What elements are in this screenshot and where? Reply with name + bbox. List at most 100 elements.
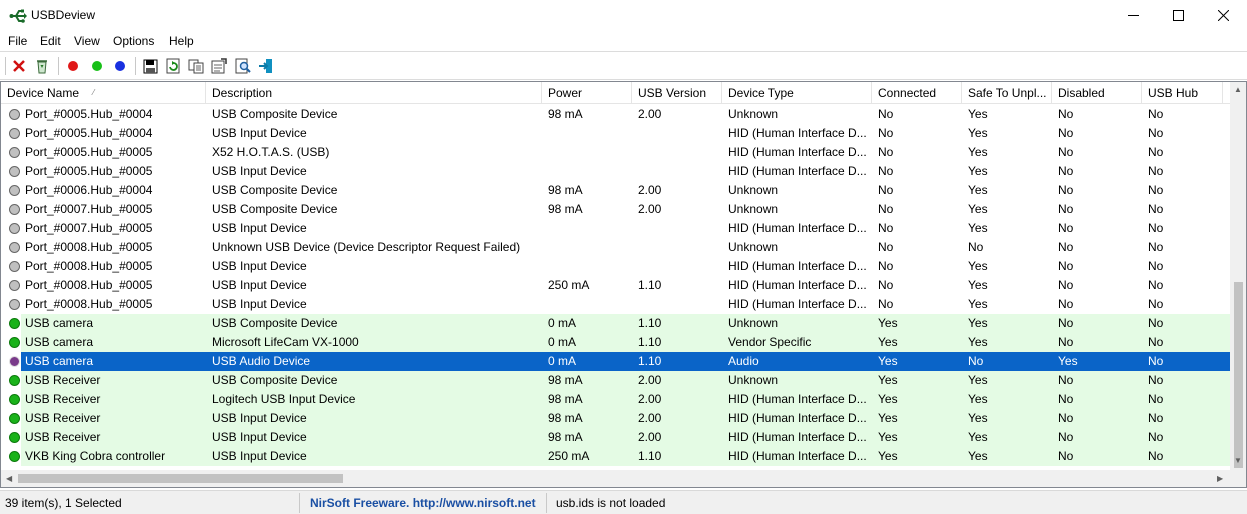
cell-description: USB Input Device bbox=[212, 126, 307, 140]
green-dot-icon bbox=[92, 61, 102, 71]
table-row[interactable]: USB camera Microsoft LifeCam VX-1000 0 mA 1… bbox=[1, 333, 1230, 352]
cell-safe-to-unplug: Yes bbox=[968, 373, 988, 387]
cell-description: USB Input Device bbox=[212, 411, 307, 425]
cell-usb-hub: No bbox=[1148, 373, 1164, 387]
table-row[interactable]: Port_#0008.Hub_#0005 Unknown USB Device (… bbox=[1, 238, 1230, 257]
cell-usb-hub: No bbox=[1148, 164, 1164, 178]
html-report-button[interactable] bbox=[233, 56, 253, 76]
table-row[interactable]: Port_#0005.Hub_#0004 USB Composite Device… bbox=[1, 105, 1230, 124]
table-row[interactable]: Port_#0006.Hub_#0004 USB Composite Device… bbox=[1, 181, 1230, 200]
minimize-button[interactable] bbox=[1110, 0, 1156, 30]
device-status-icon bbox=[9, 318, 20, 329]
horizontal-scroll-thumb[interactable] bbox=[18, 474, 343, 483]
cell-disabled: No bbox=[1058, 449, 1074, 463]
recycle-button[interactable] bbox=[32, 56, 52, 76]
menu-bar: File Edit View Options Help bbox=[0, 31, 1247, 51]
green-dot-button[interactable] bbox=[87, 56, 107, 76]
column-header-device-name[interactable]: Device Name ⁄ bbox=[1, 82, 206, 104]
table-row[interactable]: Port_#0008.Hub_#0005 USB Input Device HID … bbox=[1, 257, 1230, 276]
uninstall-icon bbox=[13, 60, 25, 72]
copy-button[interactable] bbox=[186, 56, 206, 76]
column-header-description[interactable]: Description bbox=[206, 82, 542, 104]
cell-disabled: No bbox=[1058, 164, 1074, 178]
column-header-usb-version[interactable]: USB Version bbox=[632, 82, 722, 104]
cell-connected: No bbox=[878, 240, 894, 254]
horizontal-scrollbar[interactable]: ◀ ▶ bbox=[1, 470, 1230, 487]
exit-button[interactable] bbox=[256, 56, 276, 76]
cell-connected: Yes bbox=[878, 430, 898, 444]
cell-disabled: No bbox=[1058, 392, 1074, 406]
table-row[interactable]: Port_#0005.Hub_#0004 USB Input Device HID … bbox=[1, 124, 1230, 143]
menu-file[interactable]: File bbox=[8, 34, 27, 48]
table-row[interactable]: USB camera USB Audio Device 0 mA 1.10 Audio Y… bbox=[1, 352, 1230, 371]
column-header-connected[interactable]: Connected bbox=[872, 82, 962, 104]
cell-usb-version bbox=[638, 257, 722, 276]
scroll-right-icon[interactable]: ▶ bbox=[1217, 474, 1223, 483]
table-row[interactable]: Port_#0005.Hub_#0005 USB Input Device HID … bbox=[1, 162, 1230, 181]
cell-power: 0 mA bbox=[548, 335, 577, 349]
cell-device-name: USB Receiver bbox=[25, 411, 101, 425]
cell-safe-to-unplug: No bbox=[968, 354, 984, 368]
table-row[interactable]: Port_#0008.Hub_#0005 USB Input Device HID … bbox=[1, 295, 1230, 314]
table-row[interactable]: VKB King Cobra controller USB Input Devic… bbox=[1, 447, 1230, 466]
device-list[interactable]: Device Name ⁄ Description Power USB Vers… bbox=[0, 81, 1247, 488]
status-divider bbox=[546, 493, 547, 513]
column-header-usb-hub[interactable]: USB Hub bbox=[1142, 82, 1223, 104]
scroll-left-icon[interactable]: ◀ bbox=[6, 474, 12, 483]
table-row[interactable]: Port_#0007.Hub_#0005 USB Composite Device… bbox=[1, 200, 1230, 219]
scroll-up-icon[interactable]: ▲ bbox=[1234, 85, 1242, 94]
properties-button[interactable] bbox=[209, 56, 229, 76]
cell-usb-version bbox=[638, 124, 722, 143]
cell-description: USB Composite Device bbox=[212, 183, 338, 197]
scroll-down-icon[interactable]: ▼ bbox=[1234, 456, 1242, 465]
cell-power: 98 mA bbox=[548, 202, 583, 216]
cell-usb-version bbox=[638, 143, 722, 162]
maximize-button[interactable] bbox=[1155, 0, 1201, 30]
save-button[interactable] bbox=[140, 56, 160, 76]
refresh-button[interactable] bbox=[163, 56, 183, 76]
blue-dot-button[interactable] bbox=[110, 56, 130, 76]
menu-edit[interactable]: Edit bbox=[40, 34, 61, 48]
cell-device-name: USB camera bbox=[25, 316, 94, 330]
menu-options[interactable]: Options bbox=[113, 34, 154, 48]
column-header-disabled[interactable]: Disabled bbox=[1052, 82, 1142, 104]
menu-help[interactable]: Help bbox=[169, 34, 194, 48]
table-row[interactable]: USB Receiver Logitech USB Input Device 98 … bbox=[1, 390, 1230, 409]
cell-device-type: Unknown bbox=[728, 316, 779, 330]
list-header: Device Name ⁄ Description Power USB Vers… bbox=[1, 82, 1230, 104]
menu-view[interactable]: View bbox=[74, 34, 100, 48]
column-header-power[interactable]: Power bbox=[542, 82, 632, 104]
cell-usb-version: 2.00 bbox=[638, 183, 662, 197]
cell-device-type: HID (Human Interface D... bbox=[728, 392, 867, 406]
cell-power: 98 mA bbox=[548, 107, 583, 121]
table-row[interactable]: USB camera USB Composite Device 0 mA 1.10 Un… bbox=[1, 314, 1230, 333]
table-row[interactable]: USB Receiver USB Input Device 98 mA 2.00 HID… bbox=[1, 428, 1230, 447]
close-button[interactable] bbox=[1200, 0, 1246, 30]
column-header-device-type[interactable]: Device Type bbox=[722, 82, 872, 104]
cell-device-type: Unknown bbox=[728, 183, 779, 197]
cell-safe-to-unplug: Yes bbox=[968, 297, 988, 311]
table-row[interactable]: USB Receiver USB Composite Device 98 mA 2.0… bbox=[1, 371, 1230, 390]
cell-usb-version: 1.10 bbox=[638, 278, 662, 292]
vertical-scroll-thumb[interactable] bbox=[1234, 282, 1243, 468]
column-header-safe-to-unplug[interactable]: Safe To Unpl... bbox=[962, 82, 1052, 104]
nirsoft-link[interactable]: NirSoft Freeware. http://www.nirsoft.net bbox=[310, 496, 536, 510]
cell-usb-hub: No bbox=[1148, 316, 1164, 330]
cell-device-name: Port_#0005.Hub_#0005 bbox=[25, 145, 153, 159]
table-row[interactable]: USB Receiver USB Input Device 98 mA 2.00 HID… bbox=[1, 409, 1230, 428]
cell-disabled: No bbox=[1058, 430, 1074, 444]
toolbar-separator bbox=[58, 57, 59, 75]
cell-description: USB Composite Device bbox=[212, 202, 338, 216]
red-dot-button[interactable] bbox=[63, 56, 83, 76]
device-status-icon bbox=[9, 299, 20, 310]
cell-disabled: No bbox=[1058, 297, 1074, 311]
table-row[interactable]: Port_#0008.Hub_#0005 USB Input Device 250 … bbox=[1, 276, 1230, 295]
table-row[interactable]: Port_#0005.Hub_#0005 X52 H.O.T.A.S. (USB)… bbox=[1, 143, 1230, 162]
cell-connected: No bbox=[878, 145, 894, 159]
table-row[interactable]: Port_#0007.Hub_#0005 USB Input Device HID … bbox=[1, 219, 1230, 238]
status-divider bbox=[299, 493, 300, 513]
cell-disabled: No bbox=[1058, 335, 1074, 349]
uninstall-button[interactable] bbox=[9, 56, 29, 76]
cell-safe-to-unplug: Yes bbox=[968, 259, 988, 273]
vertical-scrollbar[interactable]: ▲ bbox=[1230, 82, 1246, 470]
